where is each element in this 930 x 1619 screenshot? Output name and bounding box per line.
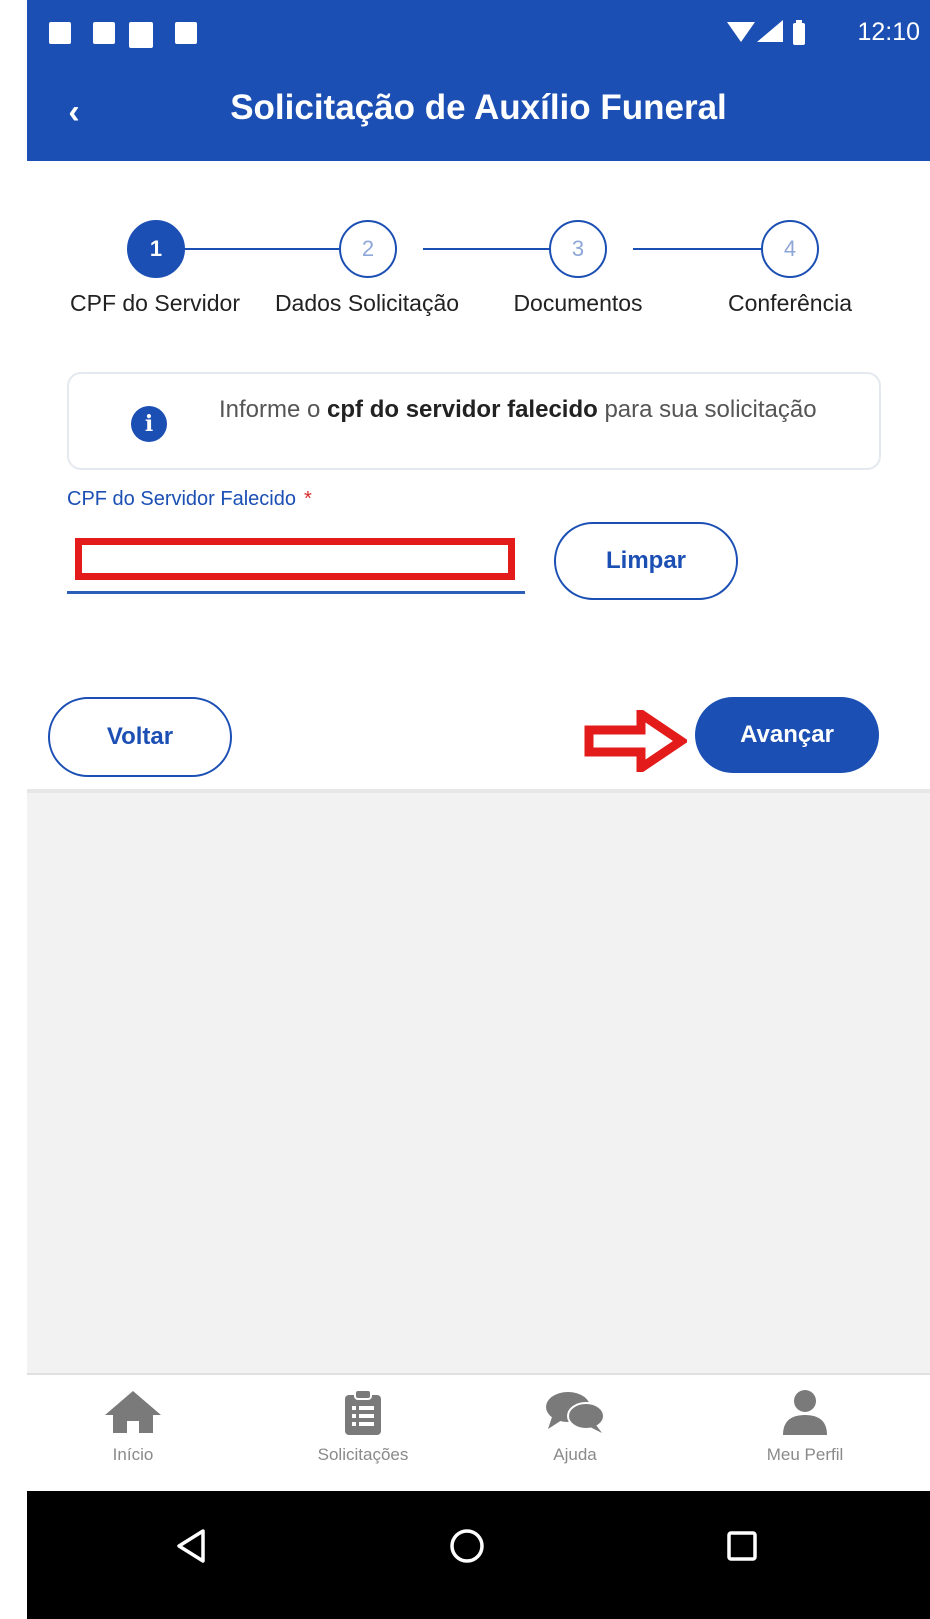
nav-label-ajuda: Ajuda [553, 1445, 597, 1464]
arrow-right-icon [584, 710, 687, 772]
nav-label-solicitacoes: Solicitações [317, 1445, 409, 1464]
recents-square-icon[interactable] [717, 1521, 767, 1571]
content-background [27, 793, 930, 1373]
clipboard-icon [345, 1389, 381, 1435]
stepper: 1 2 3 4 CPF do Servidor Dados Solicitaçã… [27, 220, 930, 330]
bottom-nav: Início Solicitações Ajuda Meu Perfil [27, 1373, 930, 1493]
notification-icon [49, 22, 71, 44]
cpf-label-text: CPF do Servidor Falecido [67, 488, 296, 510]
step-2-label: Dados Solicitação [274, 290, 460, 316]
step-3-indicator: 3 [549, 220, 607, 278]
step-4-indicator: 4 [761, 220, 819, 278]
nav-label-inicio: Início [112, 1445, 154, 1464]
nav-item-solicitacoes[interactable]: Solicitações [273, 1389, 453, 1465]
clear-button[interactable]: Limpar [554, 522, 738, 600]
step-2-indicator: 2 [339, 220, 397, 278]
user-icon [783, 1390, 827, 1435]
clock: 12:10 [857, 18, 920, 46]
photo-icon [175, 22, 197, 44]
cpf-field-underline [67, 591, 525, 594]
required-mark: * [303, 488, 312, 510]
back-triangle-icon[interactable] [167, 1521, 217, 1571]
info-icon: i [131, 406, 167, 442]
back-button[interactable]: Voltar [48, 697, 232, 777]
notification-icon [129, 22, 153, 48]
info-text-suffix: para sua solicitação [597, 396, 817, 423]
left-margin [0, 0, 27, 1619]
app-screen: 12:10 ‹ Solicitação de Auxílio Funeral 1… [27, 0, 930, 1619]
cpf-field-label: CPF do Servidor Falecido * [67, 488, 312, 511]
info-text-bold: cpf do servidor falecido [327, 396, 598, 423]
nav-item-inicio[interactable]: Início [43, 1389, 223, 1465]
home-circle-icon[interactable] [442, 1521, 492, 1571]
info-banner: i Informe o cpf do servidor falecido par… [67, 372, 881, 470]
nav-item-ajuda[interactable]: Ajuda [485, 1389, 665, 1465]
wifi-icon [727, 22, 755, 42]
system-nav-bar [27, 1491, 930, 1619]
app-bar: ‹ Solicitação de Auxílio Funeral [27, 66, 930, 161]
step-3-label: Documentos [513, 290, 643, 316]
nav-label-meu-perfil: Meu Perfil [766, 1445, 844, 1464]
image-icon [93, 22, 115, 44]
nav-item-meu-perfil[interactable]: Meu Perfil [715, 1389, 895, 1465]
chat-icon [546, 1392, 605, 1433]
page-title: Solicitação de Auxílio Funeral [230, 88, 727, 127]
signal-icon [757, 20, 783, 42]
info-text-prefix: Informe o [219, 396, 328, 423]
status-bar: 12:10 [27, 0, 930, 66]
home-icon [105, 1391, 161, 1433]
step-1-indicator: 1 [127, 220, 185, 278]
step-4-label: Conferência [727, 290, 853, 316]
redaction-box [75, 538, 515, 580]
step-1-label: CPF do Servidor [69, 290, 241, 316]
battery-icon [793, 20, 805, 45]
next-button[interactable]: Avançar [695, 697, 879, 773]
info-text: Informe o cpf do servidor falecido para … [219, 396, 817, 424]
